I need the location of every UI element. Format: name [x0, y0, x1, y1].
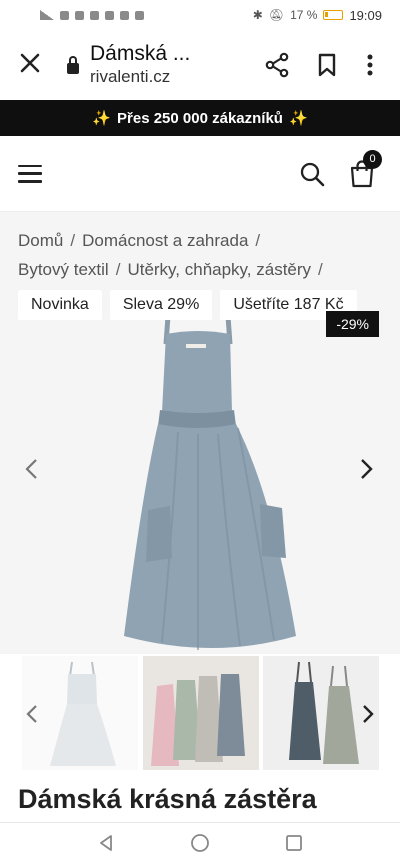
mute-icon: 🔕︎: [268, 8, 285, 22]
wifi-icon: [60, 10, 69, 20]
shield-icon: [90, 10, 99, 20]
messenger-icon: [120, 10, 129, 20]
breadcrumb-link[interactable]: Bytový textil: [18, 260, 109, 279]
search-icon[interactable]: [292, 161, 332, 187]
breadcrumb-link[interactable]: Domácnost a zahrada: [82, 231, 248, 250]
home-icon[interactable]: [190, 833, 210, 858]
clock: 19:09: [349, 7, 382, 23]
badge-new: Novinka: [18, 290, 102, 320]
badge-sale: Sleva 29%: [109, 290, 213, 320]
sim-icon: [75, 10, 84, 20]
notification-icons: [40, 10, 144, 20]
bookmark-icon[interactable]: [302, 53, 352, 77]
chevron-left-icon[interactable]: [24, 458, 38, 485]
back-icon[interactable]: [97, 834, 115, 857]
recents-icon[interactable]: [285, 834, 303, 857]
thumbnail[interactable]: [22, 656, 138, 770]
bluetooth-icon: ✱: [252, 8, 263, 22]
discount-tag: -29%: [326, 311, 379, 337]
thumbnail-strip: [0, 654, 400, 774]
battery-icon: [323, 10, 344, 20]
chevron-right-icon[interactable]: [360, 458, 374, 485]
close-icon[interactable]: [12, 51, 48, 79]
thumbnail[interactable]: [143, 656, 259, 770]
chevron-left-icon[interactable]: [26, 704, 38, 729]
browser-toolbar: Dámská ... rivalenti.cz: [0, 30, 400, 100]
product-image[interactable]: [122, 314, 298, 654]
page-title: Dámská ...: [90, 42, 191, 65]
cart-count-badge: 0: [363, 149, 382, 169]
promo-banner: ✨ Přes 250 000 zákazníků ✨: [0, 100, 400, 136]
pinterest-icon: [105, 10, 114, 20]
sparkle-icon: ✨: [92, 110, 112, 127]
more-options-icon[interactable]: [352, 54, 388, 76]
site-header: 0: [0, 136, 400, 212]
signal-icon: [40, 10, 54, 20]
share-icon[interactable]: [252, 52, 302, 78]
promo-text: Přes 250 000 zákazníků: [117, 109, 283, 127]
battery-percent: 17 %: [290, 8, 318, 22]
cart-button[interactable]: 0: [342, 149, 382, 188]
product-title: Dámská krásná zástěra: [18, 784, 317, 814]
chevron-right-icon[interactable]: [362, 704, 374, 729]
menu-icon[interactable]: [18, 164, 42, 183]
breadcrumb: Domů / Domácnost a zahrada / Bytový textil /…: [0, 212, 400, 282]
system-nav-bar: [0, 822, 400, 867]
product-gallery[interactable]: Novinka Sleva 29% Ušetříte 187 Kč -29%: [0, 282, 400, 654]
breadcrumb-link[interactable]: Domů: [18, 231, 63, 250]
gmail-icon: [135, 10, 144, 20]
url-area[interactable]: Dámská ... rivalenti.cz: [90, 42, 252, 88]
sparkle-icon: ✨: [288, 110, 308, 127]
status-bar: ✱ 🔕︎ 17 % 19:09: [0, 0, 400, 30]
page-url: rivalenti.cz: [90, 67, 171, 86]
lock-icon[interactable]: [62, 55, 84, 74]
breadcrumb-link[interactable]: Utěrky, chňapky, zástěry: [127, 260, 311, 279]
